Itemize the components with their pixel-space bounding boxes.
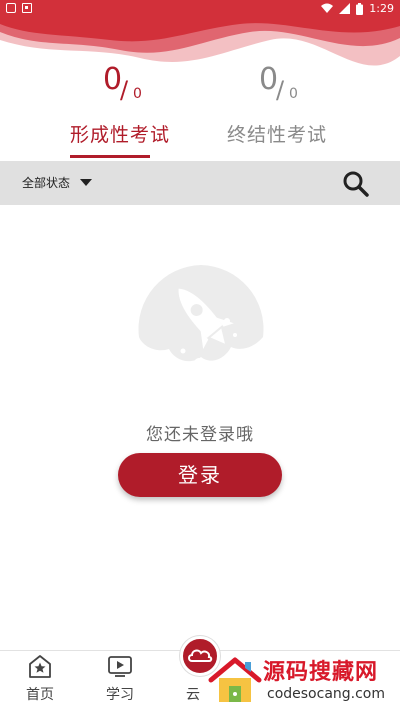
active-tab-indicator — [70, 155, 150, 158]
house-logo-icon — [208, 657, 262, 702]
watermark-url: codesocang.com — [267, 686, 386, 702]
notification-icon — [6, 3, 16, 13]
nav-item-home[interactable]: 首页 — [10, 651, 70, 709]
nav-label-study: 学习 — [106, 687, 134, 703]
not-logged-in-message: 您还未登录哦 — [146, 425, 254, 445]
final-score-denominator: 0 — [289, 86, 298, 102]
nav-item-study[interactable]: 学习 — [90, 651, 150, 709]
notification-icons — [6, 3, 32, 13]
notification-icon — [22, 3, 32, 13]
final-score: 0 / 0 — [200, 62, 360, 110]
fraction-slash: / — [276, 76, 285, 104]
tab-final-label: 终结性考试 — [227, 124, 328, 146]
video-play-icon — [108, 656, 132, 677]
caret-down-icon — [80, 179, 93, 186]
login-button[interactable]: 登录 — [118, 453, 282, 497]
status-bar: 1:29 — [0, 0, 400, 18]
home-star-icon — [29, 655, 51, 678]
formative-score-denominator: 0 — [133, 86, 142, 102]
nav-label-home: 首页 — [26, 687, 54, 703]
status-filter-dropdown[interactable]: 全部状态 — [22, 174, 93, 191]
tab-formative-exam[interactable]: 0 / 0 形成性考试 — [0, 62, 200, 162]
filter-bar: 全部状态 — [0, 161, 400, 205]
rocket-illustration — [138, 265, 264, 375]
watermark: 源码搜藏网 codesocang.com — [205, 652, 400, 709]
fraction-slash: / — [120, 76, 129, 104]
search-icon[interactable] — [341, 169, 371, 197]
status-icons: 1:29 — [321, 2, 394, 15]
battery-icon — [356, 2, 364, 15]
watermark-title: 源码搜藏网 — [263, 660, 379, 685]
tab-final-exam[interactable]: 0 / 0 终结性考试 — [200, 62, 360, 162]
formative-score: 0 / 0 — [0, 62, 200, 110]
signal-icon — [339, 3, 351, 14]
status-filter-label: 全部状态 — [22, 176, 71, 190]
tab-formative-label: 形成性考试 — [70, 124, 171, 146]
wifi-icon — [321, 3, 334, 13]
status-time: 1:29 — [369, 2, 394, 15]
